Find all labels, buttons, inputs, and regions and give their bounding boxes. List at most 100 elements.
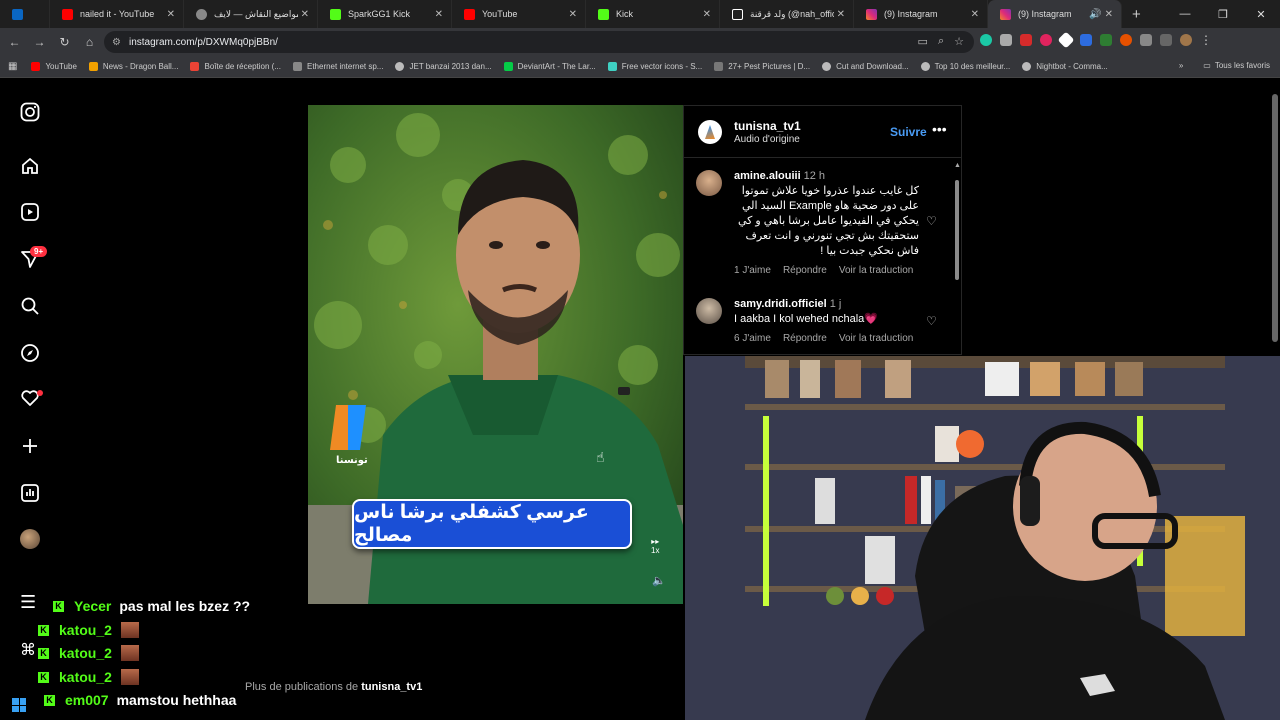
bookmark-item[interactable]: 27+ Pest Pictures | D... bbox=[714, 62, 810, 71]
close-tab-icon[interactable]: ✕ bbox=[837, 9, 845, 20]
camera-extension-icon[interactable] bbox=[1000, 34, 1012, 46]
bookmark-item[interactable]: Free vector icons - S... bbox=[607, 62, 702, 71]
more-menu-icon[interactable]: ☰ bbox=[20, 592, 36, 613]
reel-video[interactable]: تونسنا عرسي كشفلي برشا ناس مصالح ▸▸ 1x 🔈 bbox=[308, 105, 683, 604]
address-field[interactable]: ⚙ instagram.com/p/DXWMq0pjBBn/ ▭ ⌕ ☆ bbox=[104, 31, 974, 53]
browser-tab[interactable] bbox=[0, 0, 50, 28]
extension-icon[interactable] bbox=[1080, 34, 1092, 46]
extension-icon[interactable] bbox=[1120, 34, 1132, 46]
bookmark-item[interactable]: Top 10 des meilleur... bbox=[920, 62, 1010, 71]
browser-tab[interactable]: مواضيع النقاش — لايف ✕ bbox=[184, 0, 318, 28]
see-translation-link[interactable]: Voir la traduction bbox=[839, 265, 914, 276]
close-tab-icon[interactable]: ✕ bbox=[971, 9, 979, 20]
page-scrollbar[interactable] bbox=[1271, 84, 1279, 344]
browser-tab[interactable]: nailed it - YouTube ✕ bbox=[50, 0, 184, 28]
bookmark-star-icon[interactable]: ☆ bbox=[954, 35, 964, 48]
instagram-logo-icon[interactable] bbox=[18, 100, 42, 124]
bookmark-item[interactable]: Boîte de réception (... bbox=[190, 62, 281, 71]
bookmark-item[interactable]: YouTube bbox=[31, 62, 77, 71]
chevron-right-icon[interactable]: » bbox=[1179, 61, 1183, 70]
close-tab-icon[interactable]: ✕ bbox=[301, 9, 309, 20]
reels-icon[interactable] bbox=[18, 200, 42, 224]
linkedin-icon bbox=[12, 8, 23, 20]
commenter-avatar[interactable] bbox=[696, 170, 722, 196]
bookmark-item[interactable]: Nightbot - Comma... bbox=[1022, 62, 1108, 71]
explore-icon[interactable] bbox=[18, 341, 42, 365]
commenter-username[interactable]: samy.dridi.officiel bbox=[734, 298, 827, 310]
comment-likes[interactable]: 1 J'aime bbox=[734, 265, 771, 276]
close-tab-icon[interactable]: ✕ bbox=[703, 9, 711, 20]
bookmark-item[interactable]: Cut and Download... bbox=[822, 62, 909, 71]
youtube-icon bbox=[31, 62, 41, 71]
browser-tab[interactable]: ولد قرقنة (@nah_officel✕ bbox=[720, 0, 854, 28]
browser-tab-active[interactable]: (9) Instagram 🔊 ✕ bbox=[988, 0, 1122, 28]
chat-username: katou_2 bbox=[59, 645, 112, 661]
bookmark-item[interactable]: News - Dragon Ball... bbox=[88, 62, 178, 71]
bookmark-item[interactable]: JET banzai 2013 dan... bbox=[395, 62, 492, 71]
speaker-icon[interactable]: 🔊 bbox=[1089, 9, 1101, 20]
forward-button[interactable]: → bbox=[27, 35, 52, 49]
comment-likes[interactable]: 6 J'aime bbox=[734, 333, 771, 344]
home-button[interactable]: ⌂ bbox=[77, 35, 102, 49]
audio-label[interactable]: Audio d'origine bbox=[734, 134, 800, 145]
close-tab-icon[interactable]: ✕ bbox=[435, 9, 443, 20]
apps-grid-icon[interactable]: ▦ bbox=[8, 61, 17, 72]
follow-button[interactable]: Suivre bbox=[890, 125, 927, 139]
bookmark-item[interactable]: Ethernet internet sp... bbox=[292, 62, 383, 71]
close-tab-icon[interactable]: ✕ bbox=[569, 9, 577, 20]
post-side-panel: tunisna_tv1 Audio d'origine Suivre ••• a… bbox=[683, 105, 962, 355]
webcam-overlay bbox=[685, 356, 1280, 720]
profile-avatar[interactable] bbox=[20, 529, 40, 549]
channel-avatar[interactable] bbox=[698, 120, 722, 144]
extension-icon[interactable] bbox=[1057, 31, 1075, 49]
back-button[interactable]: ← bbox=[2, 35, 27, 49]
extension-icon[interactable] bbox=[1040, 34, 1052, 46]
like-comment-heart-icon[interactable]: ♡ bbox=[926, 214, 937, 228]
zoom-icon[interactable]: ⌕ bbox=[938, 35, 944, 48]
page-scroll-thumb[interactable] bbox=[1272, 94, 1278, 342]
commenter-avatar[interactable] bbox=[696, 298, 722, 324]
minimize-button[interactable]: — bbox=[1166, 8, 1204, 20]
all-bookmarks-link[interactable]: Tous les favoris bbox=[1215, 61, 1270, 70]
scroll-thumb[interactable] bbox=[955, 180, 959, 280]
more-options-icon[interactable]: ••• bbox=[932, 121, 947, 137]
close-tab-icon[interactable]: ✕ bbox=[1105, 9, 1113, 20]
extension-icon[interactable] bbox=[980, 34, 992, 46]
extension-icon[interactable] bbox=[1020, 34, 1032, 46]
browser-tab[interactable]: YouTube ✕ bbox=[452, 0, 586, 28]
new-tab-button[interactable]: + bbox=[1132, 6, 1141, 23]
site-info-icon[interactable]: ⚙ bbox=[112, 37, 121, 48]
volume-icon[interactable]: 🔈 bbox=[652, 574, 666, 587]
playback-speed-button[interactable]: ▸▸ 1x bbox=[651, 537, 659, 555]
browser-tab[interactable]: SparkGG1 Kick ✕ bbox=[318, 0, 452, 28]
profile-avatar[interactable] bbox=[1180, 34, 1192, 46]
reply-button[interactable]: Répondre bbox=[783, 265, 827, 276]
bookmark-item[interactable]: DeviantArt - The Lar... bbox=[503, 62, 596, 71]
maximize-button[interactable]: ❐ bbox=[1204, 8, 1242, 21]
comments-scrollbar[interactable]: ▲ bbox=[954, 162, 961, 350]
reply-button[interactable]: Répondre bbox=[783, 333, 827, 344]
meta-apps-icon[interactable]: ⌘ bbox=[20, 640, 36, 660]
commenter-username[interactable]: amine.alouiii bbox=[734, 170, 801, 182]
cast-icon[interactable]: ▭ bbox=[918, 35, 928, 48]
windows-start-icon[interactable] bbox=[12, 698, 26, 712]
reload-button[interactable]: ↻ bbox=[52, 35, 77, 49]
menu-lines-icon[interactable] bbox=[1160, 34, 1172, 46]
scroll-up-arrow-icon[interactable]: ▲ bbox=[954, 162, 961, 169]
kebab-menu-icon[interactable]: ⋮ bbox=[1200, 33, 1212, 47]
close-window-button[interactable]: ✕ bbox=[1242, 8, 1280, 21]
like-comment-heart-icon[interactable]: ♡ bbox=[926, 314, 937, 328]
puzzle-icon[interactable] bbox=[1140, 34, 1152, 46]
browser-tab[interactable]: (9) Instagram ✕ bbox=[854, 0, 988, 28]
post-username[interactable]: tunisna_tv1 bbox=[734, 119, 801, 133]
close-tab-icon[interactable]: ✕ bbox=[167, 9, 175, 20]
search-icon[interactable] bbox=[18, 294, 42, 318]
see-translation-link[interactable]: Voir la traduction bbox=[839, 333, 914, 344]
more-posts-username[interactable]: tunisna_tv1 bbox=[361, 681, 422, 693]
comment-text: I aakba I kol wehed nchala💗 bbox=[734, 313, 878, 325]
create-plus-icon[interactable] bbox=[18, 434, 42, 458]
browser-tab[interactable]: Kick ✕ bbox=[586, 0, 720, 28]
extension-icon[interactable] bbox=[1100, 34, 1112, 46]
home-icon[interactable] bbox=[18, 154, 42, 178]
dashboard-icon[interactable] bbox=[18, 481, 42, 505]
